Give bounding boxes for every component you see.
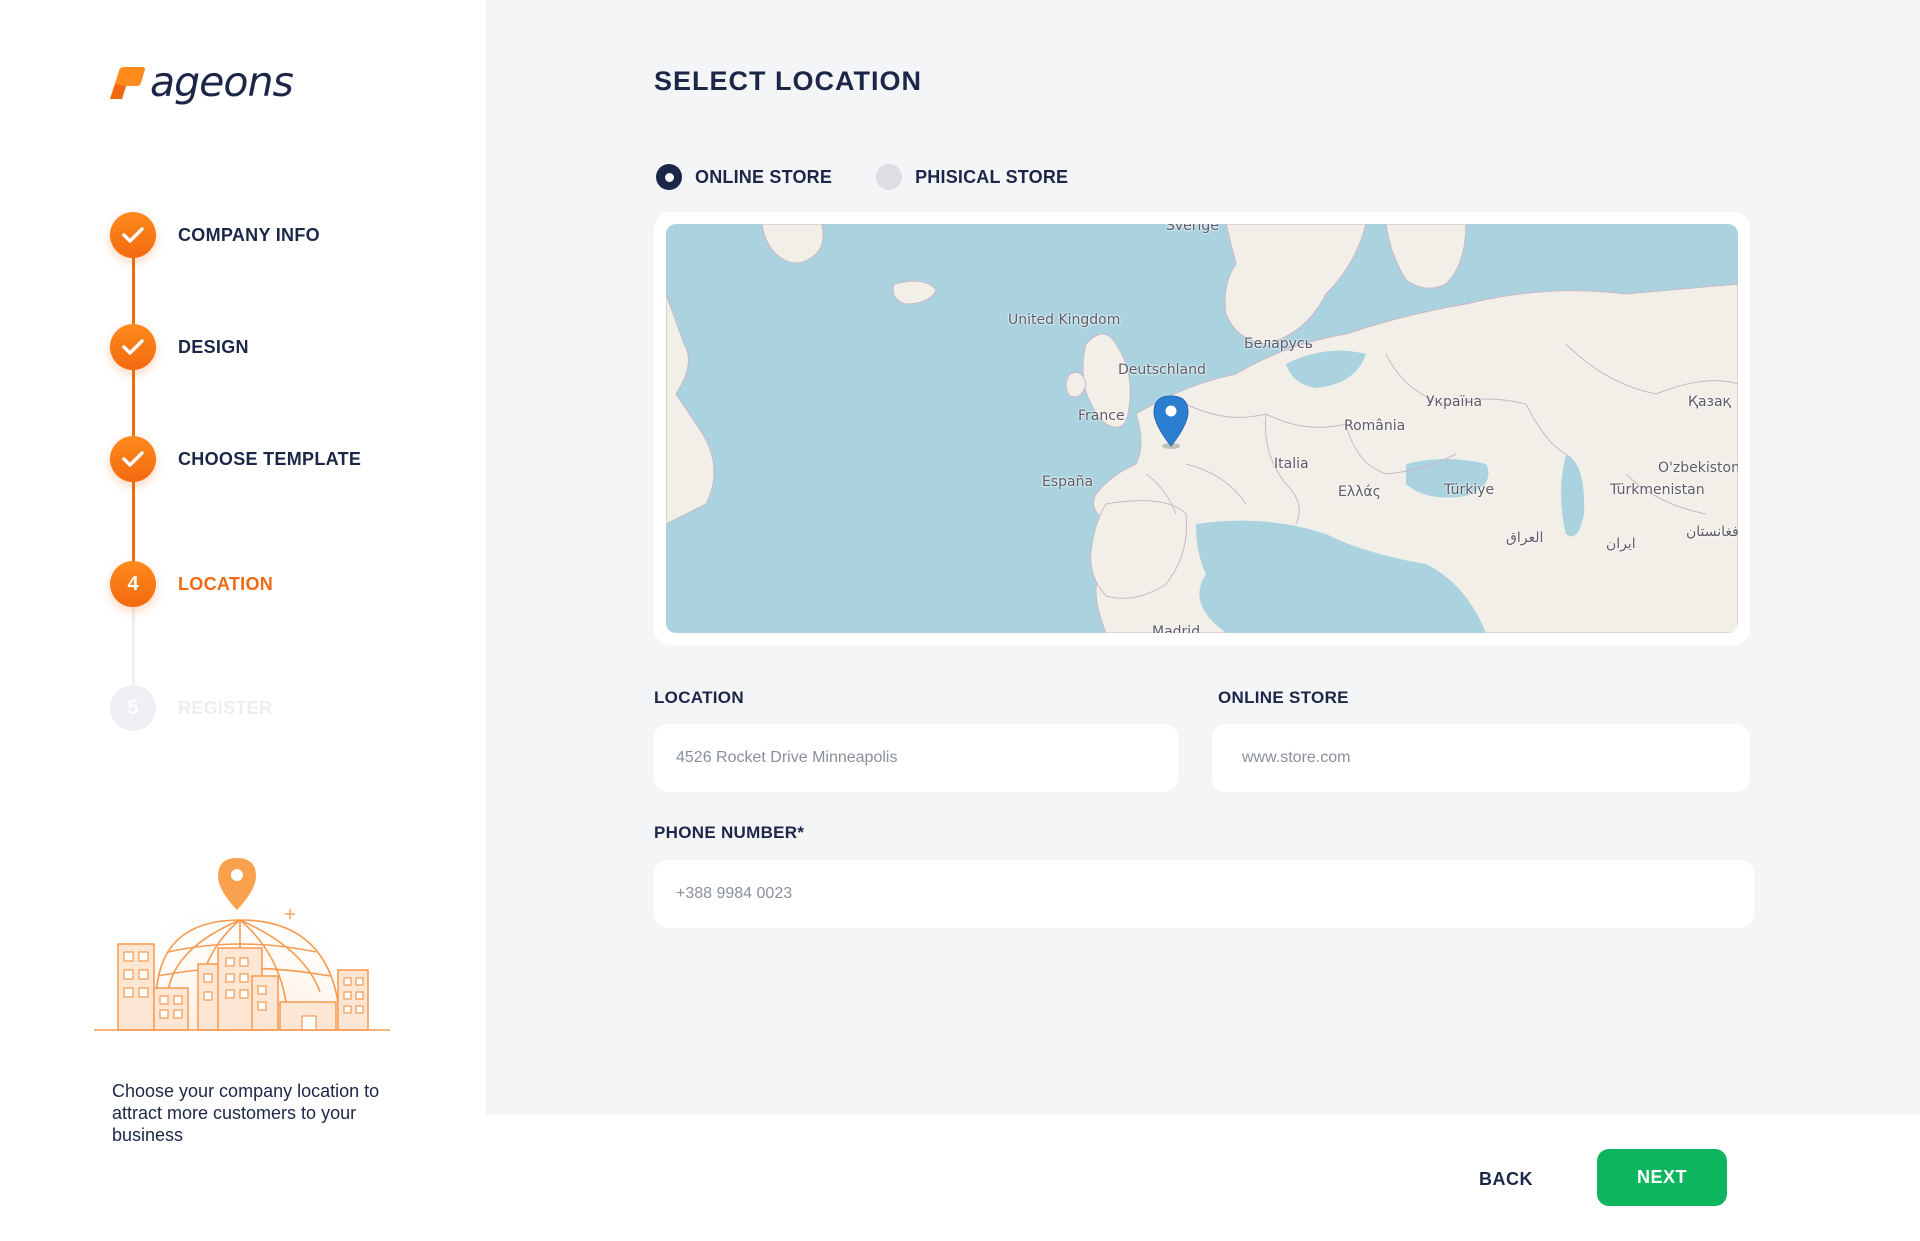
location-description: Choose your company location to attract … (112, 1081, 380, 1145)
logo-text: ageons (150, 58, 294, 106)
radio-checked-icon[interactable] (656, 164, 682, 190)
main-content: SELECT LOCATION ONLINE STORE PHISICAL ST… (486, 0, 1920, 1115)
map-label: Sverige (1166, 224, 1219, 234)
step-label: REGISTER (178, 697, 273, 718)
step-choose-template[interactable]: CHOOSE TEMPLATE (110, 436, 361, 482)
location-input[interactable] (654, 724, 1178, 792)
wizard-steps: COMPANY INFO DESIGN CHOOSE TEMPLATE 4 LO… (110, 212, 470, 742)
map-label: Deutschland (1118, 362, 1206, 378)
map-label: România (1344, 418, 1406, 434)
brand-logo[interactable]: ageons (106, 58, 294, 106)
map-label: France (1078, 408, 1125, 424)
check-icon (110, 212, 156, 258)
map-label: Türkmenistan (1610, 482, 1705, 498)
map-label: O'zbekiston (1658, 460, 1738, 476)
map-label: افغانستان (1686, 524, 1738, 540)
location-label: LOCATION (654, 688, 744, 707)
step-register: 5 REGISTER (110, 685, 272, 731)
map-label: Italia (1274, 456, 1309, 472)
map-label: United Kingdom (1008, 312, 1121, 328)
radio-online-store[interactable]: ONLINE STORE (656, 164, 832, 190)
map-label: España (1042, 474, 1094, 490)
next-button[interactable]: NEXT (1597, 1149, 1727, 1206)
step-design[interactable]: DESIGN (110, 324, 249, 370)
step-number: 5 (110, 685, 156, 731)
city-globe-illustration (94, 852, 396, 1037)
map-card: Sverige United Kingdom Беларусь Deutschl… (654, 212, 1750, 645)
map-label: ایران (1606, 536, 1636, 552)
check-icon (110, 324, 156, 370)
map-land-shapes (666, 224, 1738, 633)
online-store-input[interactable] (1212, 724, 1750, 792)
map-label: Türkiye (1444, 482, 1495, 498)
radio-unchecked-icon[interactable] (876, 164, 903, 190)
map-label: Қазақ (1688, 394, 1731, 410)
radio-physical-store[interactable]: PHISICAL STORE (876, 164, 1068, 190)
location-map[interactable]: Sverige United Kingdom Беларусь Deutschl… (666, 224, 1738, 633)
step-company-info[interactable]: COMPANY INFO (110, 212, 320, 258)
map-label: Madrid (1152, 624, 1201, 633)
map-label: Ελλάς (1338, 484, 1381, 500)
sidebar: ageons COMPANY INFO DESIGN CHOOSE TEMPLA… (0, 0, 486, 1241)
radio-label: ONLINE STORE (695, 166, 833, 187)
map-label: Україна (1426, 394, 1483, 410)
map-label: العراق (1506, 530, 1544, 546)
back-button[interactable]: BACK (1450, 1149, 1562, 1209)
phone-number-label: PHONE NUMBER* (654, 823, 805, 842)
step-location[interactable]: 4 LOCATION (110, 561, 273, 607)
check-icon (110, 436, 156, 482)
phone-number-input[interactable] (654, 860, 1754, 928)
map-label: Беларусь (1244, 336, 1313, 352)
radio-label: PHISICAL STORE (915, 166, 1069, 187)
step-label: COMPANY INFO (178, 224, 320, 245)
step-label: CHOOSE TEMPLATE (178, 448, 362, 469)
step-label: LOCATION (178, 573, 274, 594)
page-title: SELECT LOCATION (654, 66, 922, 96)
online-store-label: ONLINE STORE (1218, 688, 1349, 707)
step-number: 4 (110, 561, 156, 607)
logo-mark-icon (106, 63, 146, 103)
store-type-radio-group: ONLINE STORE PHISICAL STORE (656, 164, 1112, 190)
footer-actions: BACK NEXT (486, 1115, 1920, 1241)
step-label: DESIGN (178, 336, 249, 357)
